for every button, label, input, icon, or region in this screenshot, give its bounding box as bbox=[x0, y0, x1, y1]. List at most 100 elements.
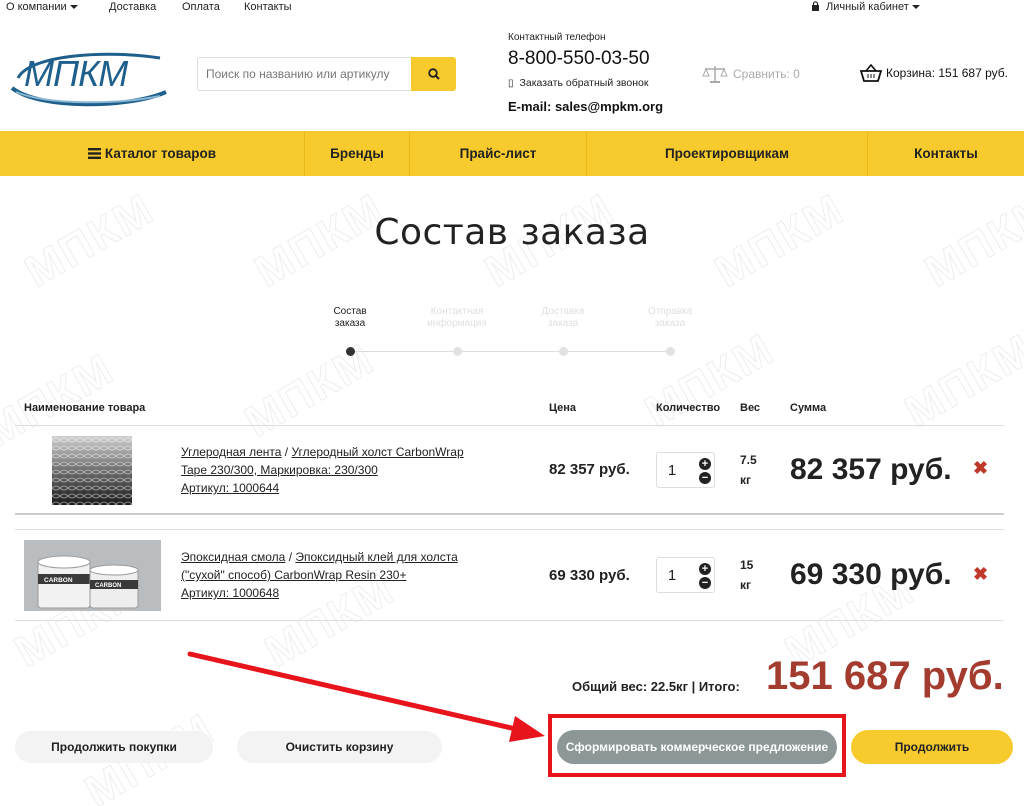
site-logo[interactable]: МПКМ bbox=[10, 48, 170, 110]
step-dot bbox=[666, 347, 675, 356]
step-dot-active bbox=[346, 347, 355, 356]
highlight-annotation-box bbox=[548, 714, 846, 777]
topbar-payment-link[interactable]: Оплата bbox=[182, 1, 220, 13]
contact-phone-label: Контактный телефон bbox=[508, 32, 606, 43]
nav-catalog-label: Каталог товаров bbox=[104, 146, 217, 161]
watermark-logo: МПКМ bbox=[896, 324, 1024, 437]
col-header-name: Наименование товара bbox=[24, 402, 146, 414]
callback-label: Заказать обратный звонок bbox=[519, 77, 649, 89]
product-name-link[interactable]: Углеродный холст CarbonWrap bbox=[291, 445, 463, 459]
step-label-line: информация bbox=[427, 318, 487, 329]
nav-designers[interactable]: Проектировщикам bbox=[587, 131, 868, 176]
product-name-link[interactable]: Эпоксидный клей для холста bbox=[295, 550, 457, 564]
search-icon bbox=[427, 68, 440, 80]
col-header-price: Цена bbox=[549, 402, 577, 414]
product-description: Углеродная лента / Углеродный холст Carb… bbox=[181, 443, 491, 497]
topbar-contacts-link[interactable]: Контакты bbox=[244, 1, 292, 13]
item-weight: 15 кг bbox=[740, 555, 753, 595]
plus-icon[interactable]: + bbox=[699, 458, 711, 470]
col-header-sum: Сумма bbox=[790, 402, 827, 414]
total-amount: 151 687 руб. bbox=[766, 654, 1004, 698]
weight-unit: кг bbox=[740, 473, 752, 487]
remove-item-icon[interactable]: ✖ bbox=[973, 458, 988, 479]
step-dot bbox=[453, 347, 462, 356]
nav-catalog[interactable]: Каталог товаров bbox=[0, 131, 305, 176]
phone-icon: ▯ bbox=[508, 78, 514, 89]
compare-link[interactable]: Сравнить: 0 bbox=[702, 64, 800, 84]
product-name-link-cont[interactable]: ("сухой" способ) CarbonWrap Resin 230+ bbox=[181, 566, 491, 584]
step-progress-line bbox=[355, 351, 670, 352]
step-label-line: заказа bbox=[654, 318, 686, 329]
compare-label: Сравнить: 0 bbox=[733, 67, 800, 81]
scales-icon bbox=[702, 66, 728, 83]
page-title: Состав заказа bbox=[374, 212, 650, 253]
email-address[interactable]: E-mail: sales@mpkm.org bbox=[508, 99, 663, 114]
weight-value: 15 bbox=[740, 558, 754, 572]
product-article[interactable]: Артикул: 1000648 bbox=[181, 584, 491, 602]
step-contact-info[interactable]: Контактная информация bbox=[407, 306, 507, 330]
chevron-down-icon bbox=[69, 5, 78, 10]
col-header-qty: Количество bbox=[656, 402, 721, 414]
svg-text:CARBON: CARBON bbox=[95, 583, 121, 589]
topbar-about-label: О компании bbox=[6, 1, 67, 13]
logo-graphic: МПКМ bbox=[10, 52, 167, 107]
quantity-stepper: 1 + − bbox=[656, 557, 715, 593]
account-link[interactable]: Личный кабинет bbox=[811, 1, 920, 13]
product-image-epoxy-resin[interactable]: CARBON CARBON bbox=[24, 540, 161, 611]
clear-cart-button[interactable]: Очистить корзину bbox=[237, 731, 442, 763]
topbar-about-link[interactable]: О компании bbox=[6, 1, 78, 13]
background-watermark: МПКМ МПКМ МПКМ МПКМ МПКМ МПКМ МПКМ МПКМ … bbox=[0, 176, 1024, 806]
menu-icon bbox=[87, 148, 101, 159]
basket-icon bbox=[860, 64, 882, 82]
item-weight: 7.5 кг bbox=[740, 450, 757, 490]
logo-text: МПКМ bbox=[24, 53, 128, 94]
step-label-line: Отправка bbox=[647, 306, 693, 317]
search-input[interactable] bbox=[197, 57, 411, 91]
quantity-input[interactable]: 1 bbox=[657, 567, 687, 584]
product-category-link[interactable]: Углеродная лента bbox=[181, 445, 281, 459]
item-sum: 82 357 руб. bbox=[790, 453, 952, 486]
product-category-link[interactable]: Эпоксидная смола bbox=[181, 550, 285, 564]
plus-icon[interactable]: + bbox=[699, 563, 711, 575]
checkout-steps: Состав заказа Контактная информация Достав… bbox=[300, 306, 720, 366]
product-article[interactable]: Артикул: 1000644 bbox=[181, 479, 491, 497]
product-description: Эпоксидная смола / Эпоксидный клей для х… bbox=[181, 548, 491, 602]
topbar-delivery-link[interactable]: Доставка bbox=[109, 1, 156, 13]
quantity-stepper: 1 + − bbox=[656, 452, 715, 488]
main-nav: Каталог товаров Бренды Прайс-лист Проект… bbox=[0, 131, 1024, 176]
nav-brands[interactable]: Бренды bbox=[305, 131, 410, 176]
minus-icon[interactable]: − bbox=[699, 577, 711, 589]
step-send-order[interactable]: Отправка заказа bbox=[620, 306, 720, 330]
product-image-carbon-tape[interactable] bbox=[52, 436, 132, 505]
minus-icon[interactable]: − bbox=[699, 472, 711, 484]
step-cart-contents[interactable]: Состав заказа bbox=[300, 306, 400, 330]
item-price: 82 357 руб. bbox=[549, 461, 630, 478]
nav-price-list[interactable]: Прайс-лист bbox=[410, 131, 587, 176]
weight-unit: кг bbox=[740, 578, 752, 592]
nav-contacts[interactable]: Контакты bbox=[868, 131, 1024, 176]
quantity-input[interactable]: 1 bbox=[657, 462, 687, 479]
chevron-down-icon bbox=[911, 5, 920, 10]
account-label: Личный кабинет bbox=[826, 1, 909, 13]
top-utility-bar: О компании Доставка Оплата Контакты Личн… bbox=[0, 0, 1024, 15]
step-label-line: Состав bbox=[333, 306, 367, 317]
continue-button[interactable]: Продолжить bbox=[851, 730, 1013, 764]
lock-icon bbox=[812, 1, 819, 11]
step-dot bbox=[559, 347, 568, 356]
table-divider bbox=[15, 513, 1004, 515]
step-label-line: Контактная bbox=[430, 306, 484, 317]
continue-shopping-button[interactable]: Продолжить покупки bbox=[15, 731, 213, 763]
cart-link[interactable]: Корзина: 151 687 руб. bbox=[860, 64, 1008, 82]
search-bar bbox=[197, 57, 456, 91]
step-label-line: Доставка bbox=[541, 306, 585, 317]
totals-label: Общий вес: 22.5кг | Итого: bbox=[572, 679, 740, 694]
cart-label: Корзина: 151 687 руб. bbox=[886, 66, 1008, 80]
table-divider bbox=[15, 620, 1004, 621]
product-name-link-cont[interactable]: Tape 230/300, Маркировка: 230/300 bbox=[181, 461, 491, 479]
step-label-line: заказа bbox=[547, 318, 579, 329]
phone-number[interactable]: 8-800-550-03-50 bbox=[508, 48, 650, 70]
step-delivery[interactable]: Доставка заказа bbox=[513, 306, 613, 330]
remove-item-icon[interactable]: ✖ bbox=[973, 564, 988, 585]
search-button[interactable] bbox=[411, 57, 456, 91]
callback-link[interactable]: ▯ Заказать обратный звонок bbox=[508, 77, 648, 89]
